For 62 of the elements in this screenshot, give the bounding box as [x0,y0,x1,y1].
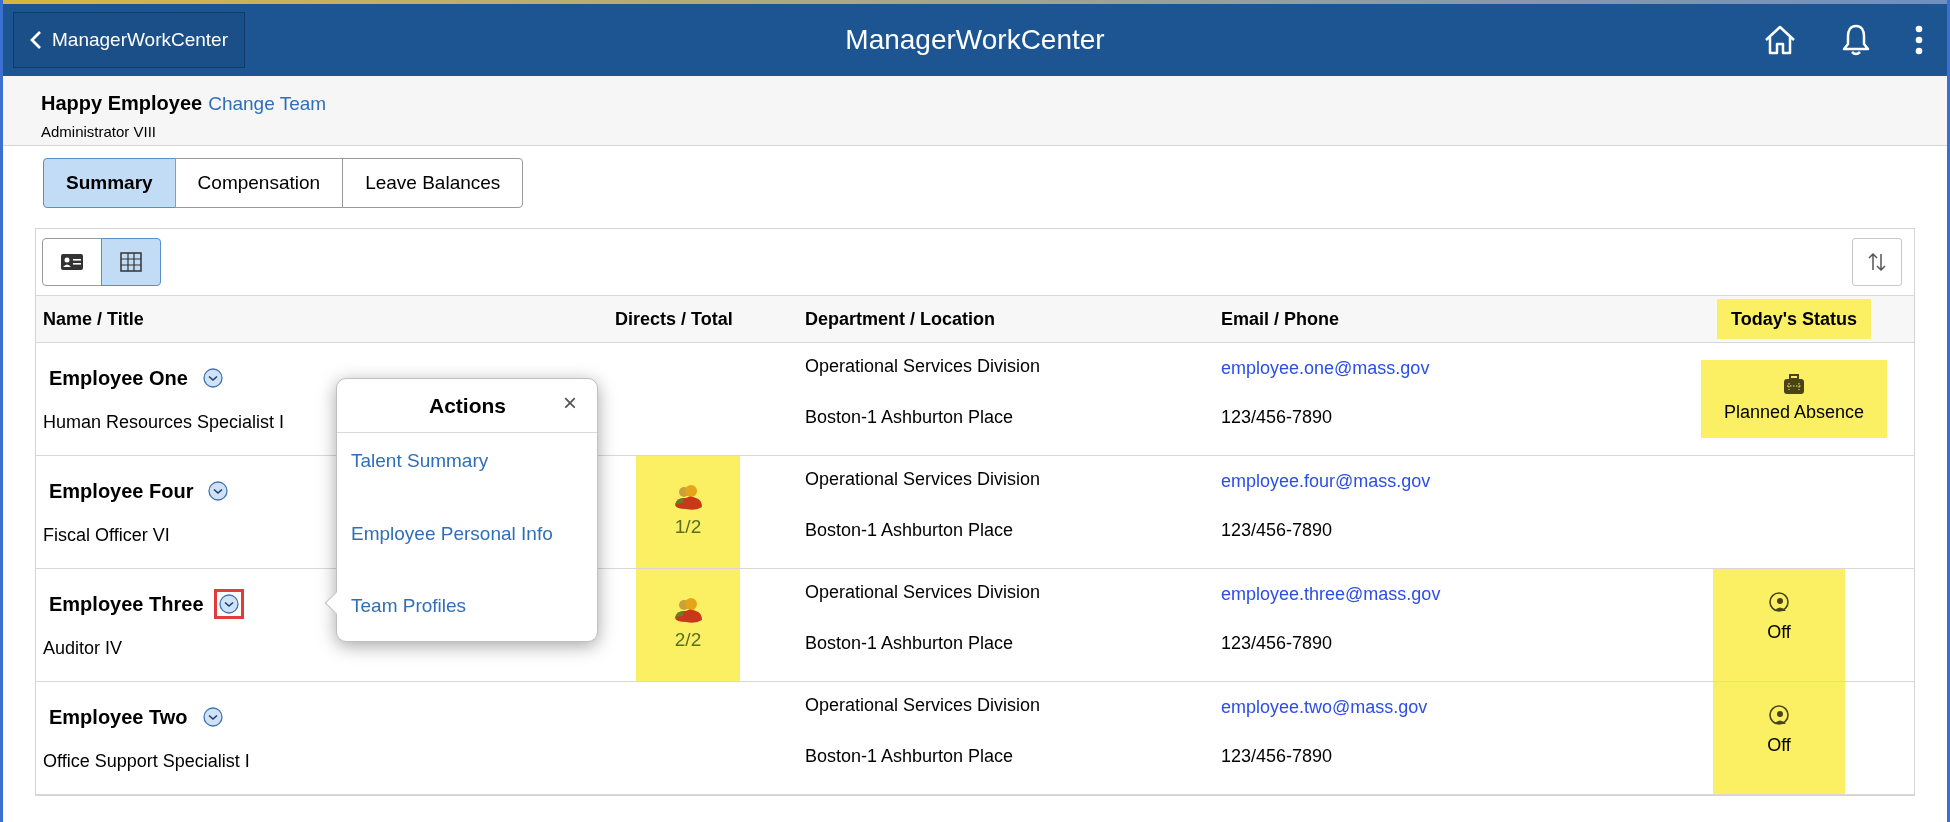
department: Operational Services Division [805,694,1042,717]
email-link[interactable]: employee.three@mass.gov [1221,581,1674,608]
column-header: Name / Title [43,307,144,331]
home-icon[interactable] [1763,24,1797,56]
popup-title: Actions [429,392,506,419]
location: Boston-1 Ashburton Place [805,632,1015,655]
tab[interactable]: Leave Balances [342,158,524,208]
directs-count: 2/2 [674,627,702,652]
job-title: Human Resources Specialist I [43,410,285,434]
employee-name: Employee One [49,365,188,391]
contact-card-icon [60,253,84,271]
tab[interactable]: Compensation [174,158,344,208]
job-title: Office Support Specialist I [43,749,250,773]
card-view-button[interactable] [42,238,102,286]
more-options-icon[interactable] [1915,25,1923,55]
location: Boston-1 Ashburton Place [805,406,1015,429]
change-team-link[interactable]: Change Team [208,90,327,119]
department: Operational Services Division [805,355,1042,378]
status-label: Off [1767,734,1791,757]
person-clock-icon [1767,704,1791,728]
notification-bell-icon[interactable] [1841,23,1871,57]
back-button[interactable]: ManagerWorkCenter [13,12,245,68]
people-icon [672,482,704,511]
menu-item[interactable]: Employee Personal Info [351,519,553,548]
email-link[interactable]: employee.one@mass.gov [1221,355,1674,382]
status-label: Off [1767,621,1791,644]
email-link[interactable]: employee.two@mass.gov [1221,694,1674,721]
person-clock-icon [1767,591,1791,615]
actions-menu-button[interactable] [213,588,244,619]
column-header: Today's Status [1717,299,1871,339]
location: Boston-1 Ashburton Place [805,519,1015,542]
directs-count: 1/2 [674,514,702,539]
column-header: Email / Phone [1221,307,1340,331]
email-link[interactable]: employee.four@mass.gov [1221,468,1674,495]
manager-name: Happy Employee [41,91,203,116]
tab[interactable]: Summary [43,158,176,208]
phone-number: 123/456-7890 [1221,519,1334,542]
employee-name: Employee Four [49,478,194,504]
menu-item[interactable]: Team Profiles [351,592,467,621]
job-title: Fiscal Officer VI [43,523,170,547]
job-title: Auditor IV [43,636,123,660]
department: Operational Services Division [805,468,1042,491]
phone-number: 123/456-7890 [1221,745,1334,768]
column-header: Department / Location [805,307,996,331]
phone-number: 123/456-7890 [1221,406,1334,429]
page-title: ManagerWorkCenter [845,23,1105,57]
close-button[interactable]: × [563,391,577,415]
people-icon [672,595,704,624]
back-chevron-icon [30,30,42,50]
column-header: Directs / Total [615,307,733,331]
phone-number: 123/456-7890 [1221,632,1334,655]
status-label: Planned Absence [1723,400,1865,424]
employee-name: Employee Two [49,704,188,730]
manager-title: Administrator VIII [41,121,158,142]
employee-name: Employee Three [49,591,204,617]
sort-button[interactable] [1852,238,1902,286]
department: Operational Services Division [805,581,1042,604]
location: Boston-1 Ashburton Place [805,745,1015,768]
grid-icon [120,252,142,272]
menu-item[interactable]: Talent Summary [351,447,489,476]
grid-view-button[interactable] [101,238,161,286]
suitcase-icon [1782,372,1806,397]
